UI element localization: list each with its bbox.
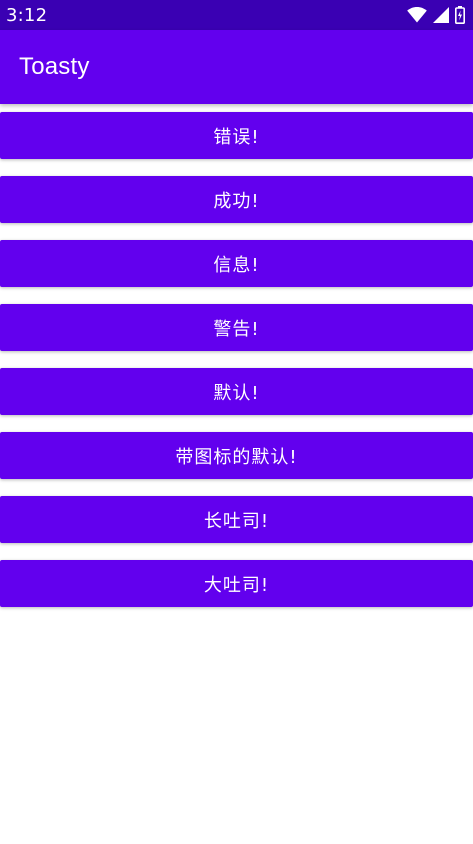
long-toast-button-label: 长吐司! [203,510,270,532]
info-toast-button-label: 信息! [213,254,260,276]
app-bar: Toasty [0,30,473,104]
default-with-icon-toast-button-label: 带图标的默认! [175,446,298,468]
long-toast-button[interactable]: 长吐司! [0,496,473,543]
error-toast-button-label: 错误! [213,126,260,148]
button-list: 错误! 成功! 信息! 警告! 默认! 带图标的默认! 长吐司! 大吐司! [0,112,473,624]
error-toast-button[interactable]: 错误! [0,112,473,159]
app-title: Toasty [19,53,90,80]
big-toast-button-label: 大吐司! [203,574,270,596]
warning-toast-button-label: 警告! [213,318,260,340]
default-toast-button-label: 默认! [213,382,260,404]
signal-icon [433,7,449,23]
status-time: 3:12 [6,4,48,26]
battery-icon [455,6,465,24]
status-icons [407,0,465,30]
default-toast-button[interactable]: 默认! [0,368,473,415]
default-with-icon-toast-button[interactable]: 带图标的默认! [0,432,473,479]
info-toast-button[interactable]: 信息! [0,240,473,287]
status-bar: 3:12 [0,0,473,30]
wifi-icon [407,7,427,23]
big-toast-button[interactable]: 大吐司! [0,560,473,607]
warning-toast-button[interactable]: 警告! [0,304,473,351]
success-toast-button-label: 成功! [213,190,260,212]
success-toast-button[interactable]: 成功! [0,176,473,223]
